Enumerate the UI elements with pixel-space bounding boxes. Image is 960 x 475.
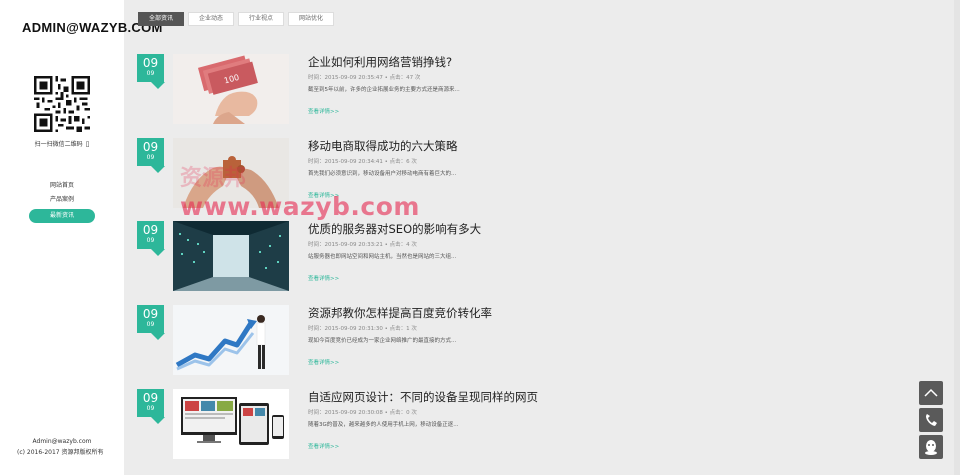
article-item: 09 09 100 企业如何利用网络营销挣钱? 时间：2015-09-09 20… <box>136 54 916 124</box>
qq-icon <box>925 440 937 455</box>
article-thumbnail-devices[interactable] <box>173 389 289 459</box>
phone-icon <box>926 414 937 426</box>
article-thumbnail-servers[interactable] <box>173 221 289 291</box>
article-thumbnail-growth[interactable] <box>173 305 289 375</box>
tab-industry-view[interactable]: 行业视点 <box>238 12 285 26</box>
phone-button[interactable] <box>919 408 943 432</box>
tab-seo[interactable]: 网站优化 <box>288 12 335 26</box>
article-title[interactable]: 优质的服务器对SEO的影响有多大 <box>308 221 481 237</box>
read-more-link[interactable]: 查看详情>> <box>308 191 339 199</box>
date-badge: 09 09 <box>137 221 165 256</box>
qr-caption-text: 扫一扫微信二维码 <box>34 141 83 148</box>
sidebar: ADMIN@WAZYB.COM 扫一扫微信二维码 ▯ 网站首页 产品案例 最新资讯… <box>0 0 162 475</box>
read-more-link[interactable]: 查看详情>> <box>308 442 339 450</box>
article-meta: 时间：2015-09-09 20:31:30 • 点击：1 次 <box>308 326 417 332</box>
article-summary: 截至到5年以前，许多的企业拓展业务的主要方式还是商源来... <box>308 87 460 93</box>
tab-all-news[interactable]: 全部资讯 <box>138 12 185 26</box>
date-day: 09 <box>142 56 159 70</box>
article-summary: 现如今百度竞价已经成为一家企业网络推广的最直接的方式... <box>308 338 457 344</box>
article-item: 09 09 优质的服务器对SEO的影响有多大 时间：2015-09-09 20:… <box>136 221 916 291</box>
date-badge: 09 09 <box>137 138 165 173</box>
mobile-icon: ▯ <box>85 140 90 148</box>
date-month: 09 <box>146 70 155 77</box>
date-badge: 09 09 <box>137 54 165 89</box>
date-badge: 09 09 <box>137 389 165 424</box>
date-badge: 09 09 <box>137 305 165 340</box>
article-title[interactable]: 资源邦教你怎样提高百度竞价转化率 <box>308 305 492 321</box>
tab-company-news[interactable]: 企业动态 <box>188 12 235 26</box>
article-thumbnail-money[interactable]: 100 <box>173 54 289 124</box>
article-thumbnail-puzzle[interactable] <box>173 138 289 208</box>
article-meta: 时间：2015-09-09 20:34:41 • 点击：6 次 <box>308 159 417 165</box>
back-to-top-icon <box>924 388 938 397</box>
article-item: 09 09 资源邦教你怎样提高百度竞价转化率 时间：2015-09-09 20:… <box>136 305 916 375</box>
date-day: 09 <box>142 307 159 321</box>
qq-button[interactable] <box>919 435 943 459</box>
footer-copyright: (c) 2016-2017 资源邦版权所有 <box>17 449 104 456</box>
qr-caption: 扫一扫微信二维码 ▯ <box>0 139 124 148</box>
article-meta: 时间：2015-09-09 20:35:47 • 点击：47 次 <box>308 75 421 81</box>
footer-email: Admin@wazyb.com <box>32 438 92 445</box>
date-month: 09 <box>146 237 155 244</box>
page-scrollbar[interactable] <box>954 0 960 475</box>
article-title[interactable]: 移动电商取得成功的六大策略 <box>308 138 458 154</box>
qr-code-icon <box>34 76 90 132</box>
date-day: 09 <box>142 391 159 405</box>
date-day: 09 <box>142 223 159 237</box>
date-month: 09 <box>146 321 155 328</box>
sidebar-nav: 网站首页 产品案例 最新资讯 <box>0 179 124 223</box>
article-item: 09 09 自适应网页设计：不同的设备呈现同样的网页 时间：2015-09-09… <box>136 389 916 459</box>
sidebar-footer: Admin@wazyb.com (c) 2016-2017 资源邦版权所有 <box>0 436 124 458</box>
date-month: 09 <box>146 405 155 412</box>
article-title[interactable]: 自适应网页设计：不同的设备呈现同样的网页 <box>308 389 538 405</box>
date-day: 09 <box>142 140 159 154</box>
category-tabs: 全部资讯 企业动态 行业视点 网站优化 <box>138 12 335 26</box>
date-month: 09 <box>146 154 155 161</box>
nav-item-cases[interactable]: 产品案例 <box>29 193 95 207</box>
article-title[interactable]: 企业如何利用网络营销挣钱? <box>308 54 452 70</box>
article-meta: 时间：2015-09-09 20:33:21 • 点击：4 次 <box>308 242 417 248</box>
back-to-top-button[interactable] <box>919 381 943 405</box>
nav-item-home[interactable]: 网站首页 <box>29 179 95 193</box>
read-more-link[interactable]: 查看详情>> <box>308 358 339 366</box>
read-more-link[interactable]: 查看详情>> <box>308 274 339 282</box>
article-item: 09 09 移动电商取得成功的六大策略 时间：2015-09-09 20:34:… <box>136 138 916 208</box>
article-summary: 随着3G的普及，越来越多的人使用手机上网，移动设备正逐... <box>308 422 459 428</box>
article-meta: 时间：2015-09-09 20:30:08 • 点击：0 次 <box>308 410 417 416</box>
nav-item-news[interactable]: 最新资讯 <box>29 209 95 223</box>
read-more-link[interactable]: 查看详情>> <box>308 107 339 115</box>
article-summary: 站服务器也即网站空间和网站主机，当然也是网站的三大组... <box>308 254 457 260</box>
article-summary: 首先我们必须意识到，移动设备用户对移动电商有着巨大的... <box>308 171 457 177</box>
